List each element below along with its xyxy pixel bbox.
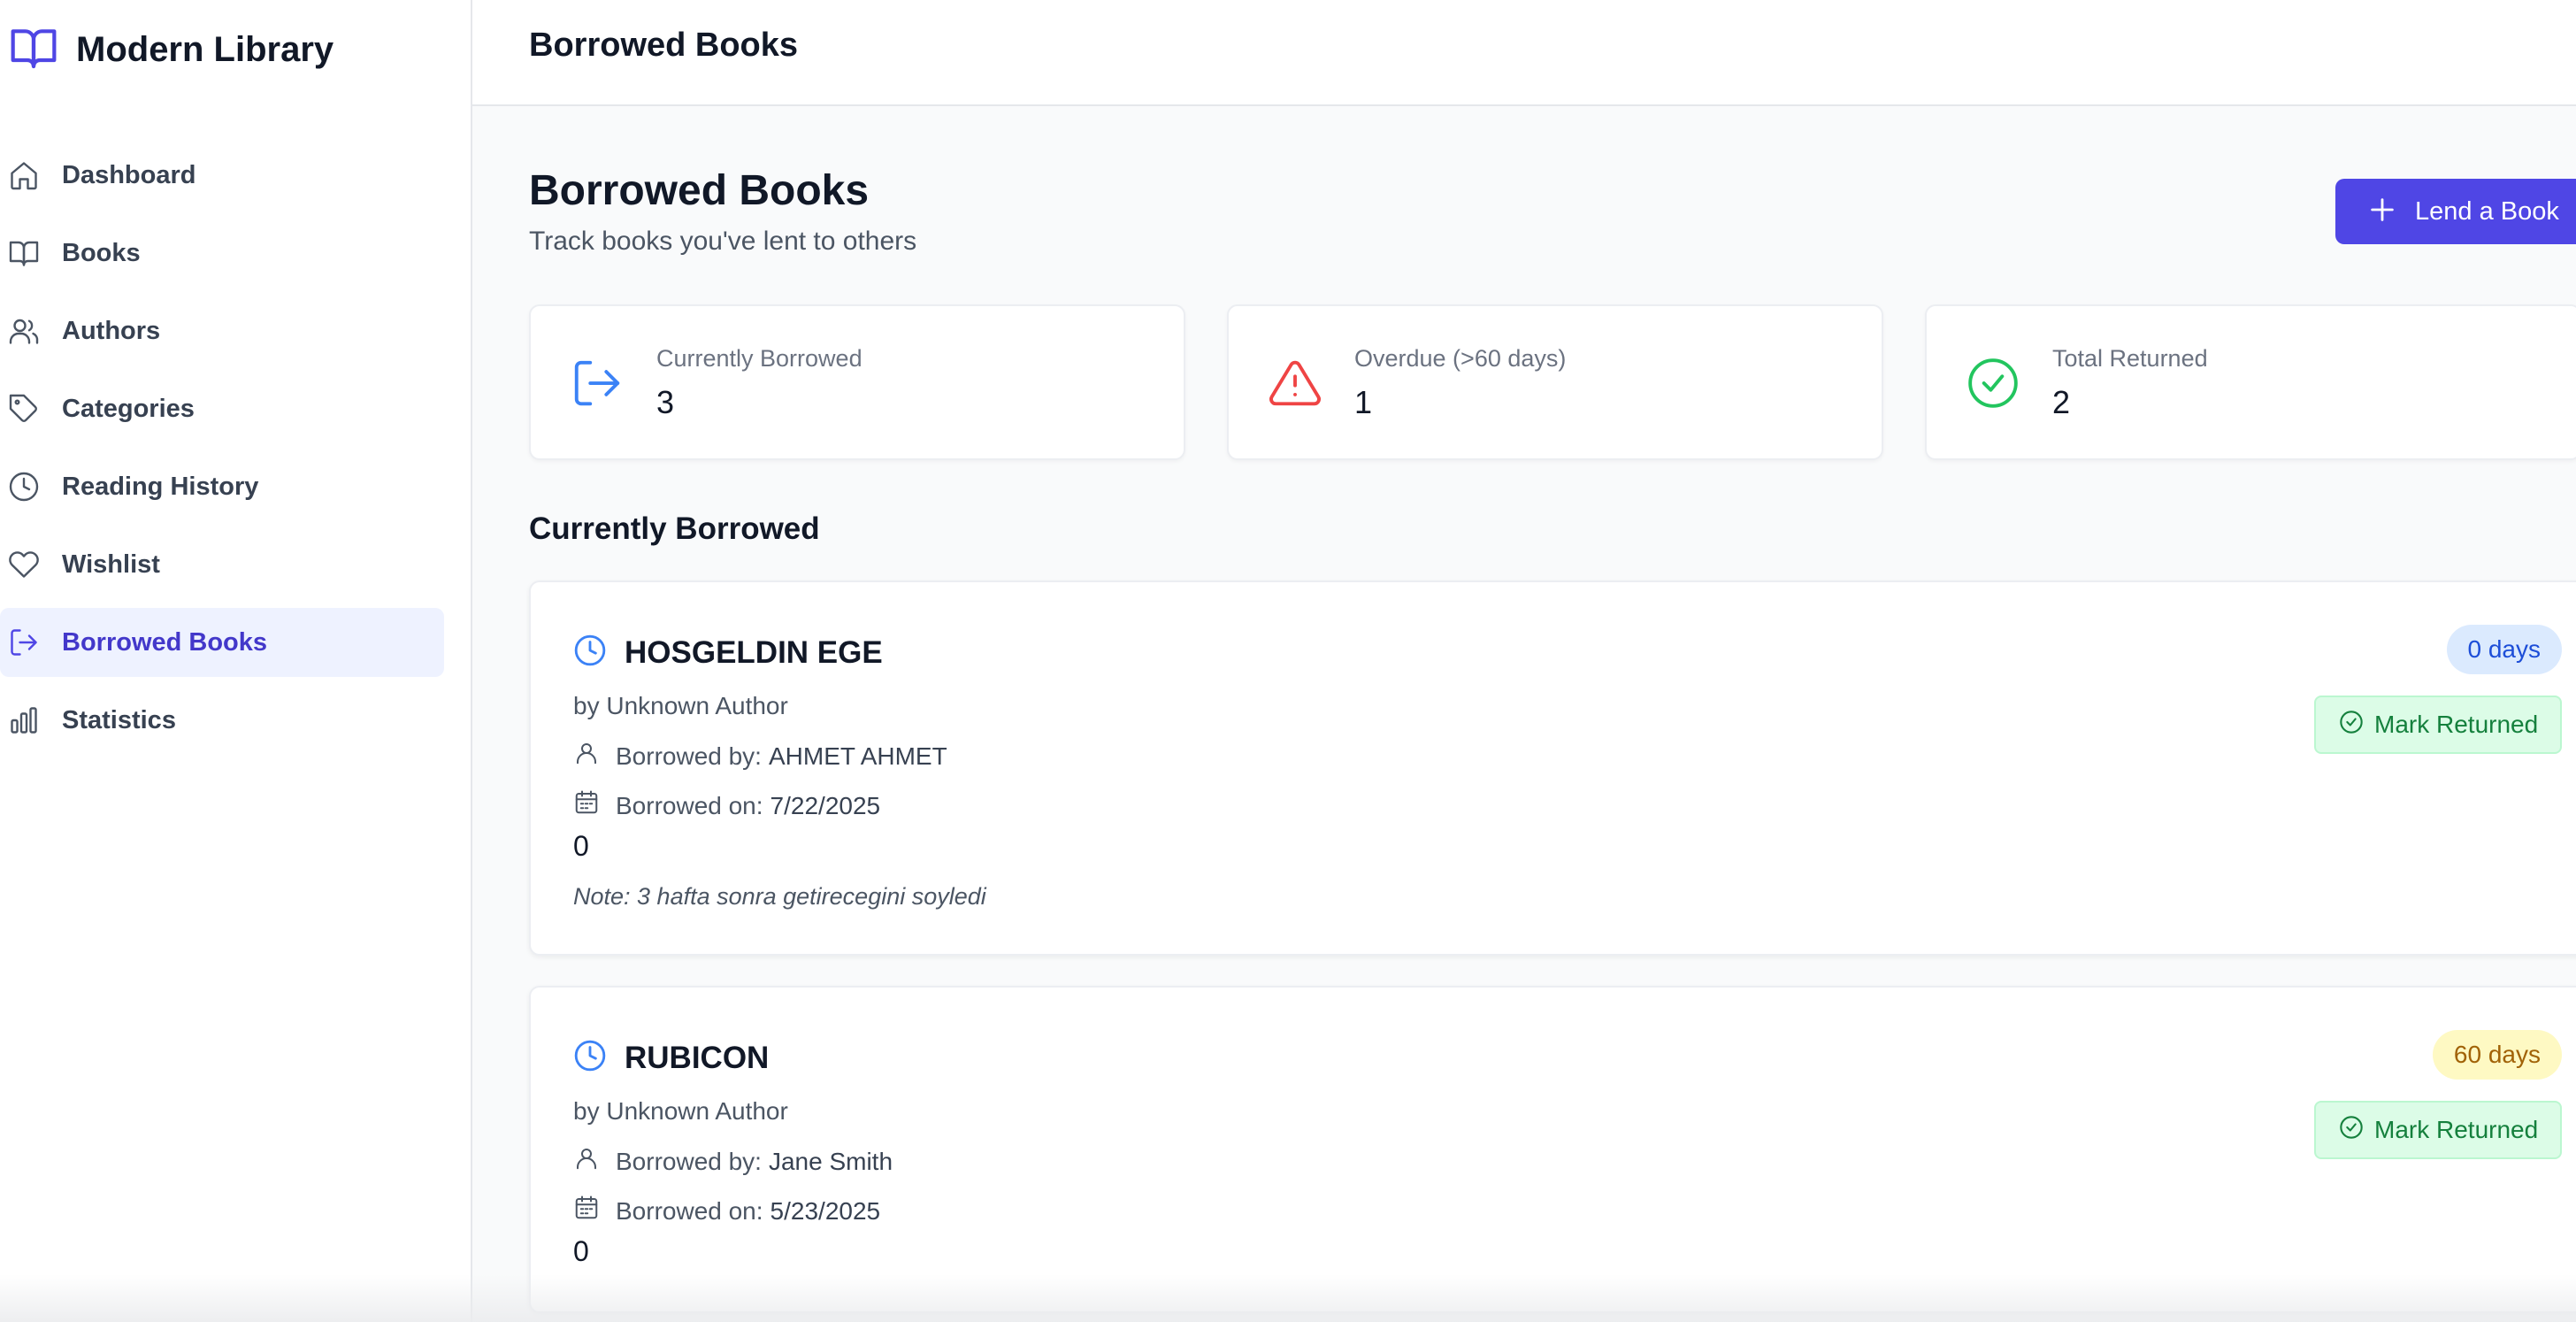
loan-note: Note: 3 hafta sonra getirecegini soyledi [573, 883, 986, 910]
mark-returned-button[interactable]: Mark Returned [2314, 696, 2562, 754]
sidebar-item-label: Statistics [62, 705, 176, 734]
sidebar-item-statistics[interactable]: Statistics [0, 686, 444, 755]
top-bar: Borrowed Books [472, 0, 2576, 106]
brand[interactable]: Modern Library [9, 23, 334, 77]
stat-value: 1 [1354, 384, 1373, 420]
log-out-icon [570, 356, 625, 411]
clock-icon [573, 634, 607, 672]
sidebar-item-label: Reading History [62, 472, 259, 501]
borrowed-by-row: Borrowed by: AHMET AHMET [573, 740, 947, 772]
user-icon [573, 740, 600, 772]
check-circle-icon [2339, 710, 2364, 741]
stat-value: 2 [2052, 384, 2071, 420]
sidebar: Modern Library Dashboard Books Authors C… [0, 0, 472, 1322]
alert-triangle-icon [1268, 356, 1322, 411]
sidebar-item-label: Dashboard [62, 160, 196, 189]
loan-header: HOSGELDIN EGE [573, 634, 883, 672]
days-badge: 0 days [2446, 625, 2562, 674]
stat-label: Currently Borrowed [656, 345, 862, 372]
borrowed-on-row: Borrowed on: 7/22/2025 [573, 789, 880, 822]
borrowed-by-label: Borrowed by: [616, 742, 762, 770]
borrowed-on-value: 5/23/2025 [770, 1196, 881, 1225]
borrowed-by-row: Borrowed by: Jane Smith [573, 1145, 893, 1178]
loan-count: 0 [573, 830, 589, 862]
home-icon [7, 158, 41, 192]
sidebar-item-borrowed-books[interactable]: Borrowed Books [0, 608, 444, 677]
book-title: HOSGELDIN EGE [625, 634, 883, 670]
lend-book-label: Lend a Book [2415, 196, 2559, 226]
stat-value: 3 [656, 384, 675, 420]
mark-returned-button[interactable]: Mark Returned [2314, 1101, 2562, 1159]
lend-book-button[interactable]: Lend a Book [2335, 179, 2576, 244]
heart-icon [7, 548, 41, 581]
book-author: by Unknown Author [573, 692, 788, 719]
loan-header: RUBICON [573, 1039, 769, 1077]
sidebar-item-authors[interactable]: Authors [0, 296, 444, 365]
sidebar-item-books[interactable]: Books [0, 219, 444, 288]
borrowed-on-label: Borrowed on: [616, 1196, 763, 1225]
sidebar-item-label: Wishlist [62, 550, 160, 579]
page-title: Borrowed Books [529, 167, 870, 214]
section-title: Currently Borrowed [529, 511, 820, 546]
sidebar-item-label: Borrowed Books [62, 627, 268, 657]
book-title: RUBICON [625, 1040, 770, 1075]
calendar-icon [573, 1195, 600, 1227]
header-title: Borrowed Books [529, 27, 799, 64]
book-author: by Unknown Author [573, 1097, 788, 1125]
sidebar-nav: Dashboard Books Authors Categories Readi… [0, 141, 444, 764]
book-open-icon [7, 236, 41, 270]
sidebar-item-categories[interactable]: Categories [0, 374, 444, 443]
sidebar-item-wishlist[interactable]: Wishlist [0, 530, 444, 599]
stat-card-overdue: Overdue (>60 days) 1 [1227, 304, 1883, 460]
bottom-fade [0, 1274, 2576, 1322]
clock-icon [573, 1039, 607, 1077]
sidebar-item-label: Books [62, 238, 141, 267]
sidebar-item-reading-history[interactable]: Reading History [0, 452, 444, 521]
check-circle-icon [1966, 356, 2020, 411]
stat-label: Total Returned [2052, 345, 2208, 372]
log-out-icon [7, 626, 41, 659]
calendar-icon [573, 789, 600, 822]
stat-label: Overdue (>60 days) [1354, 345, 1567, 372]
sidebar-item-label: Authors [62, 316, 161, 345]
users-icon [7, 314, 41, 348]
mark-returned-label: Mark Returned [2374, 1116, 2539, 1143]
borrowed-by-value: AHMET AHMET [768, 742, 947, 770]
borrowed-on-row: Borrowed on: 5/23/2025 [573, 1195, 880, 1227]
tag-icon [7, 392, 41, 426]
sidebar-item-dashboard[interactable]: Dashboard [0, 141, 444, 210]
borrowed-on-value: 7/22/2025 [770, 791, 881, 819]
borrowed-by-value: Jane Smith [768, 1147, 893, 1175]
sidebar-item-label: Categories [62, 394, 195, 423]
clock-icon [7, 470, 41, 503]
user-icon [573, 1145, 600, 1178]
days-badge: 60 days [2432, 1030, 2562, 1080]
page-subtitle: Track books you've lent to others [529, 227, 917, 256]
loan-card: HOSGELDIN EGE by Unknown Author Borrowed… [529, 580, 2576, 956]
stat-card-currently-borrowed: Currently Borrowed 3 [529, 304, 1185, 460]
mark-returned-label: Mark Returned [2374, 711, 2539, 738]
bar-chart-icon [7, 703, 41, 737]
stat-card-total-returned: Total Returned 2 [1925, 304, 2576, 460]
borrowed-by-label: Borrowed by: [616, 1147, 762, 1175]
plus-icon [2367, 195, 2397, 229]
app-title: Modern Library [76, 30, 334, 69]
loan-card: RUBICON by Unknown Author Borrowed by: J… [529, 986, 2576, 1313]
book-open-icon [9, 23, 58, 77]
check-circle-icon [2339, 1115, 2364, 1146]
loan-count: 0 [573, 1235, 589, 1267]
borrowed-on-label: Borrowed on: [616, 791, 763, 819]
